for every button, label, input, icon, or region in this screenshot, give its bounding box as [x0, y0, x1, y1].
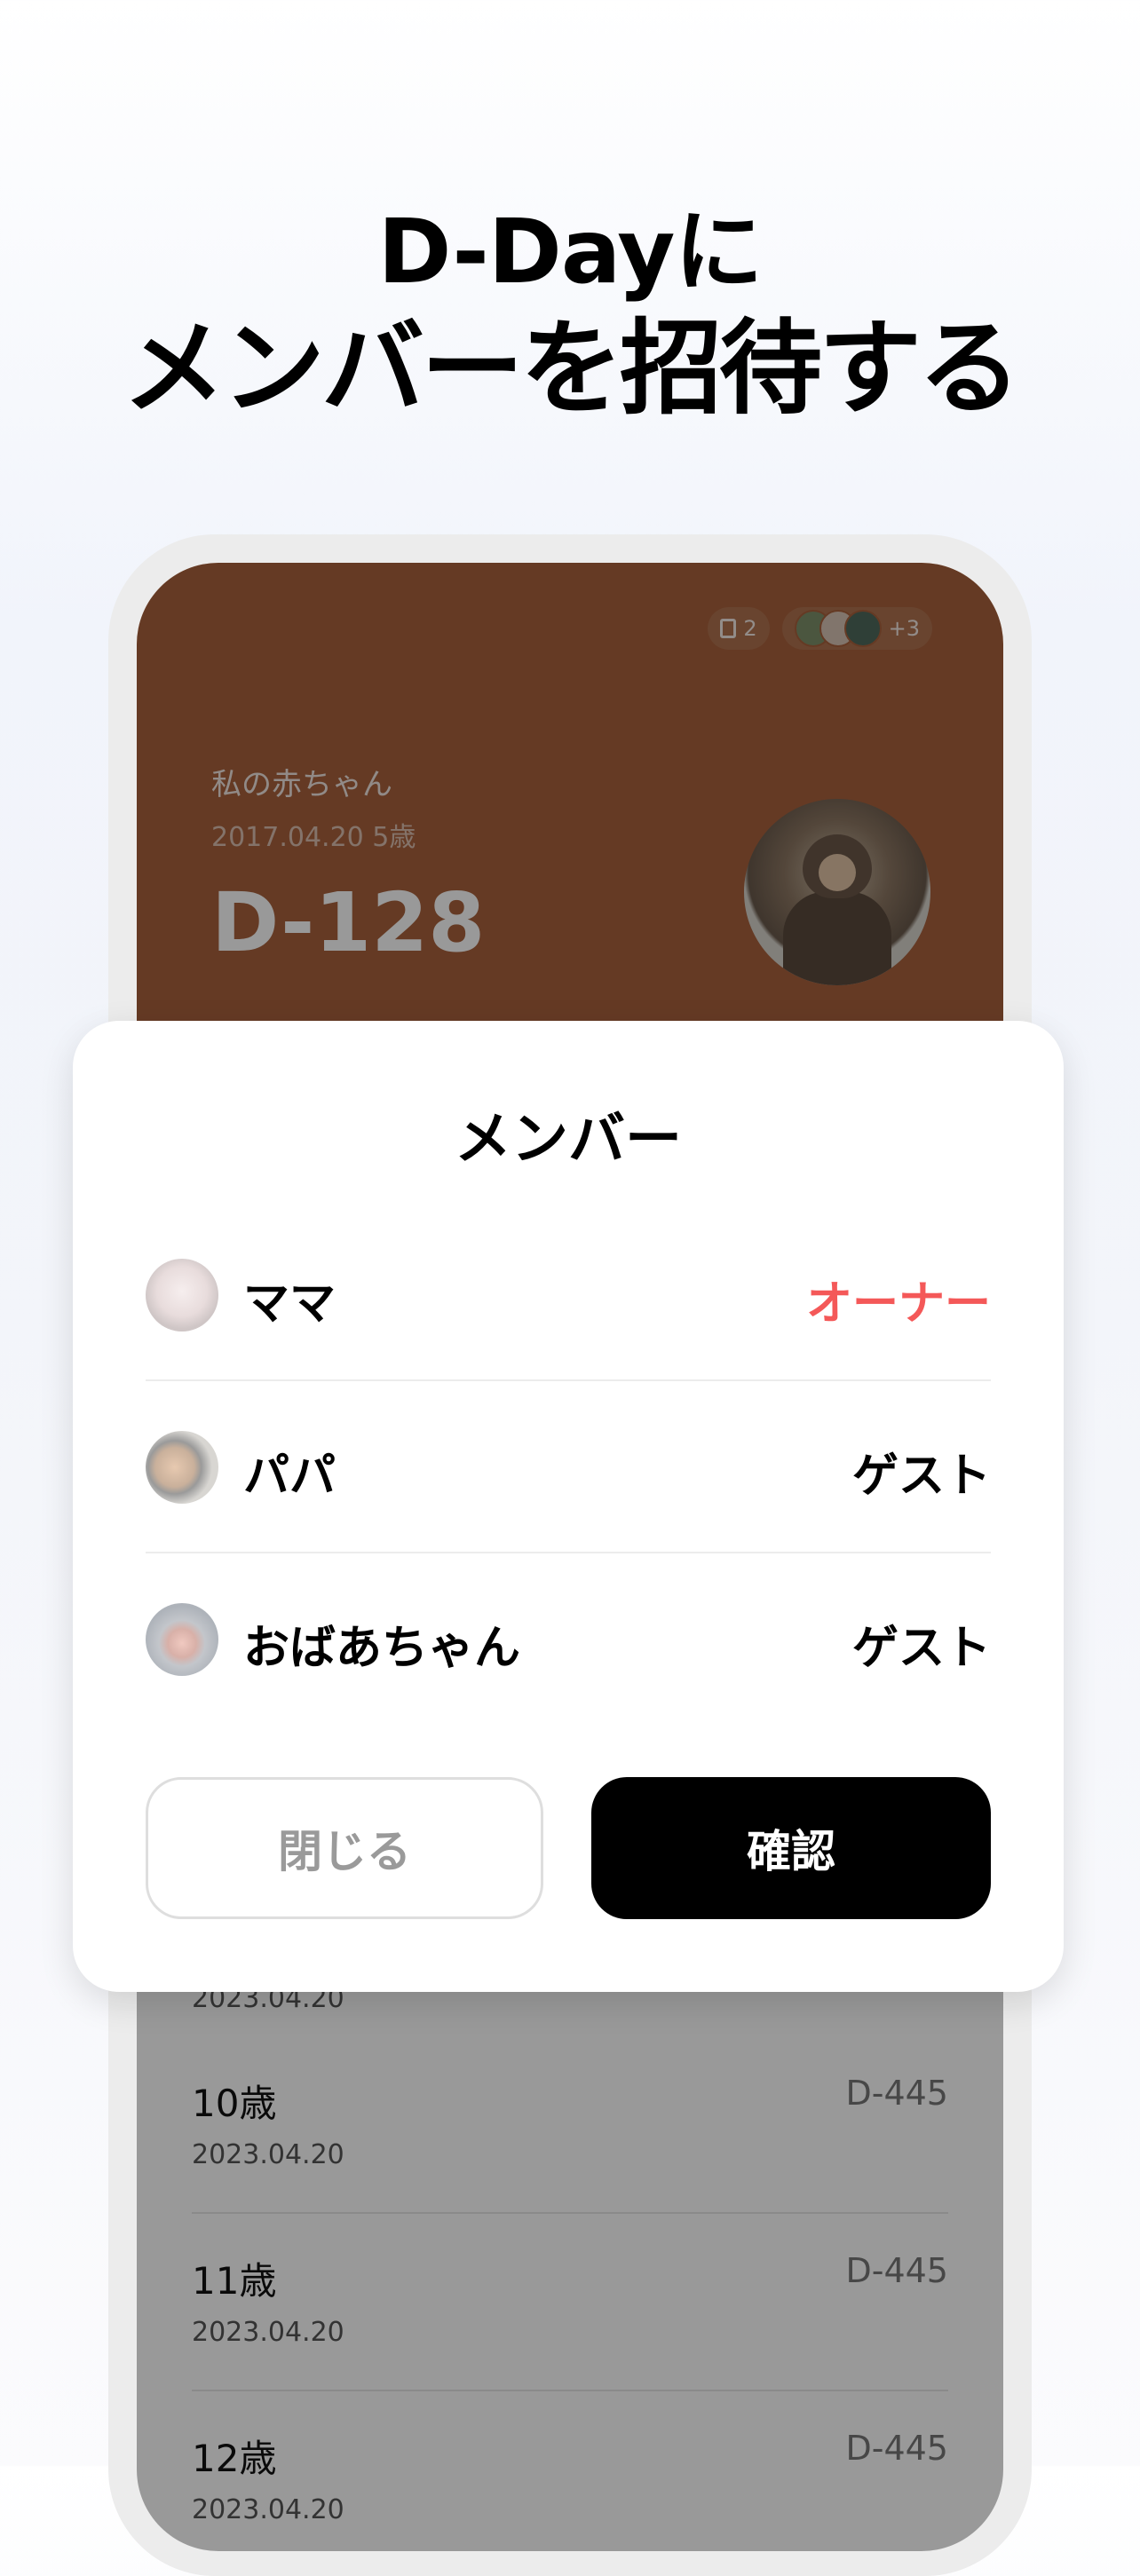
modal-title: メンバー: [455, 1107, 682, 1173]
confirm-button[interactable]: 確認: [591, 1777, 991, 1919]
close-button[interactable]: 閉じる: [146, 1777, 543, 1919]
member-avatar: [146, 1431, 218, 1504]
member-avatar: [146, 1603, 218, 1676]
member-name: ママ: [243, 1277, 336, 1331]
member-row[interactable]: ママ オーナー: [146, 1209, 991, 1381]
headline-line-1: D-Dayに: [377, 200, 764, 304]
member-row[interactable]: おばあちゃん ゲスト: [146, 1553, 991, 1726]
member-role: ゲスト: [851, 1622, 991, 1675]
member-role: ゲスト: [851, 1450, 991, 1503]
member-role-owner: オーナー: [805, 1277, 991, 1331]
headline: D-Dayに メンバーを招待する: [0, 197, 1140, 431]
member-name: パパ: [243, 1450, 336, 1503]
member-row[interactable]: パパ ゲスト: [146, 1381, 991, 1553]
members-modal: メンバー ママ オーナー パパ ゲスト おばあちゃん ゲスト 閉じる 確認: [73, 1021, 1064, 1992]
member-avatar: [146, 1259, 218, 1331]
headline-line-2: メンバーを招待する: [123, 309, 1021, 429]
member-name: おばあちゃん: [243, 1622, 521, 1675]
